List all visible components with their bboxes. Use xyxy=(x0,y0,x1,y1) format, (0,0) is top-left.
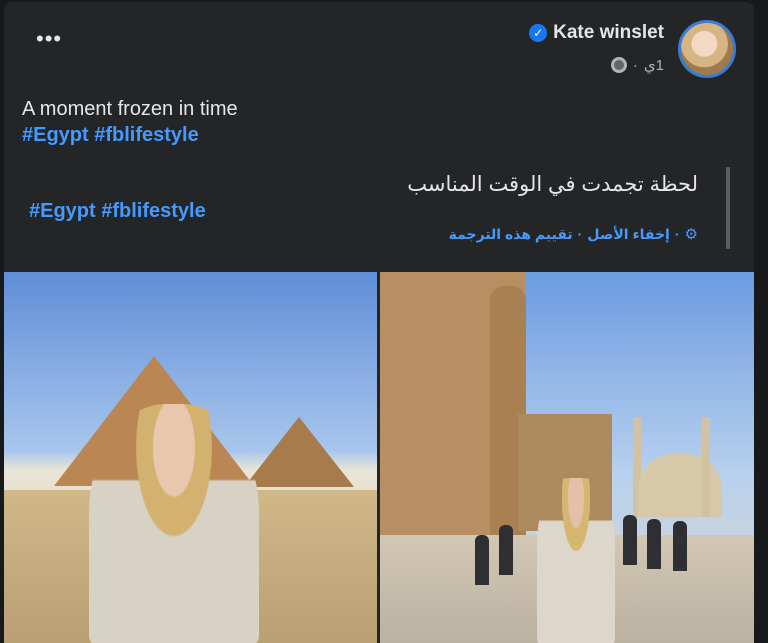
verified-badge-icon: ✓ xyxy=(529,24,548,42)
translated-text: لحظة تجمدت في الوقت المناسب xyxy=(407,173,698,196)
dot-separator: · xyxy=(674,226,680,242)
globe-icon xyxy=(610,57,627,73)
post-text: A moment frozen in time xyxy=(22,98,238,120)
minaret xyxy=(702,417,710,517)
author-name[interactable]: Kate winslet xyxy=(553,22,664,44)
pyramids-photo[interactable] xyxy=(4,272,377,643)
gear-icon[interactable]: ⚙ xyxy=(685,225,698,243)
rate-translation-link[interactable]: تقييم هذه الترجمة xyxy=(449,226,573,243)
woman-portrait xyxy=(89,404,259,643)
more-options-icon[interactable]: ••• xyxy=(36,28,66,58)
hashtag-egypt[interactable]: #Egypt xyxy=(22,124,89,146)
hashtag-fblifestyle[interactable]: #fblifestyle xyxy=(94,124,198,146)
pyramid xyxy=(244,417,354,487)
translation-box: لحظة تجمدت في الوقت المناسب ⚙ · إخفاء ال… xyxy=(126,167,730,249)
woman-standing xyxy=(537,478,615,643)
translated-hashtag-fblifestyle[interactable]: #fblifestyle xyxy=(101,200,205,222)
post-card: ••• ✓ Kate winslet 1ي · A moment frozen … xyxy=(4,2,754,643)
hashtags: #Egypt #fblifestyle xyxy=(22,124,199,147)
translated-hashtags: #Egypt #fblifestyle xyxy=(29,200,206,223)
hide-original-link[interactable]: إخفاء الأصل xyxy=(587,226,670,243)
author-header: ✓ Kate winslet xyxy=(529,22,664,44)
dot-separator: · xyxy=(577,226,583,242)
dot-separator: · xyxy=(632,56,638,74)
translation-actions: ⚙ · إخفاء الأصل · تقييم هذه الترجمة xyxy=(449,225,698,244)
avatar[interactable] xyxy=(678,20,736,78)
post-time[interactable]: 1ي xyxy=(644,56,664,74)
translated-hashtag-egypt[interactable]: #Egypt xyxy=(29,200,96,222)
post-meta: 1ي · xyxy=(610,56,664,74)
citadel-photo[interactable] xyxy=(380,272,754,643)
